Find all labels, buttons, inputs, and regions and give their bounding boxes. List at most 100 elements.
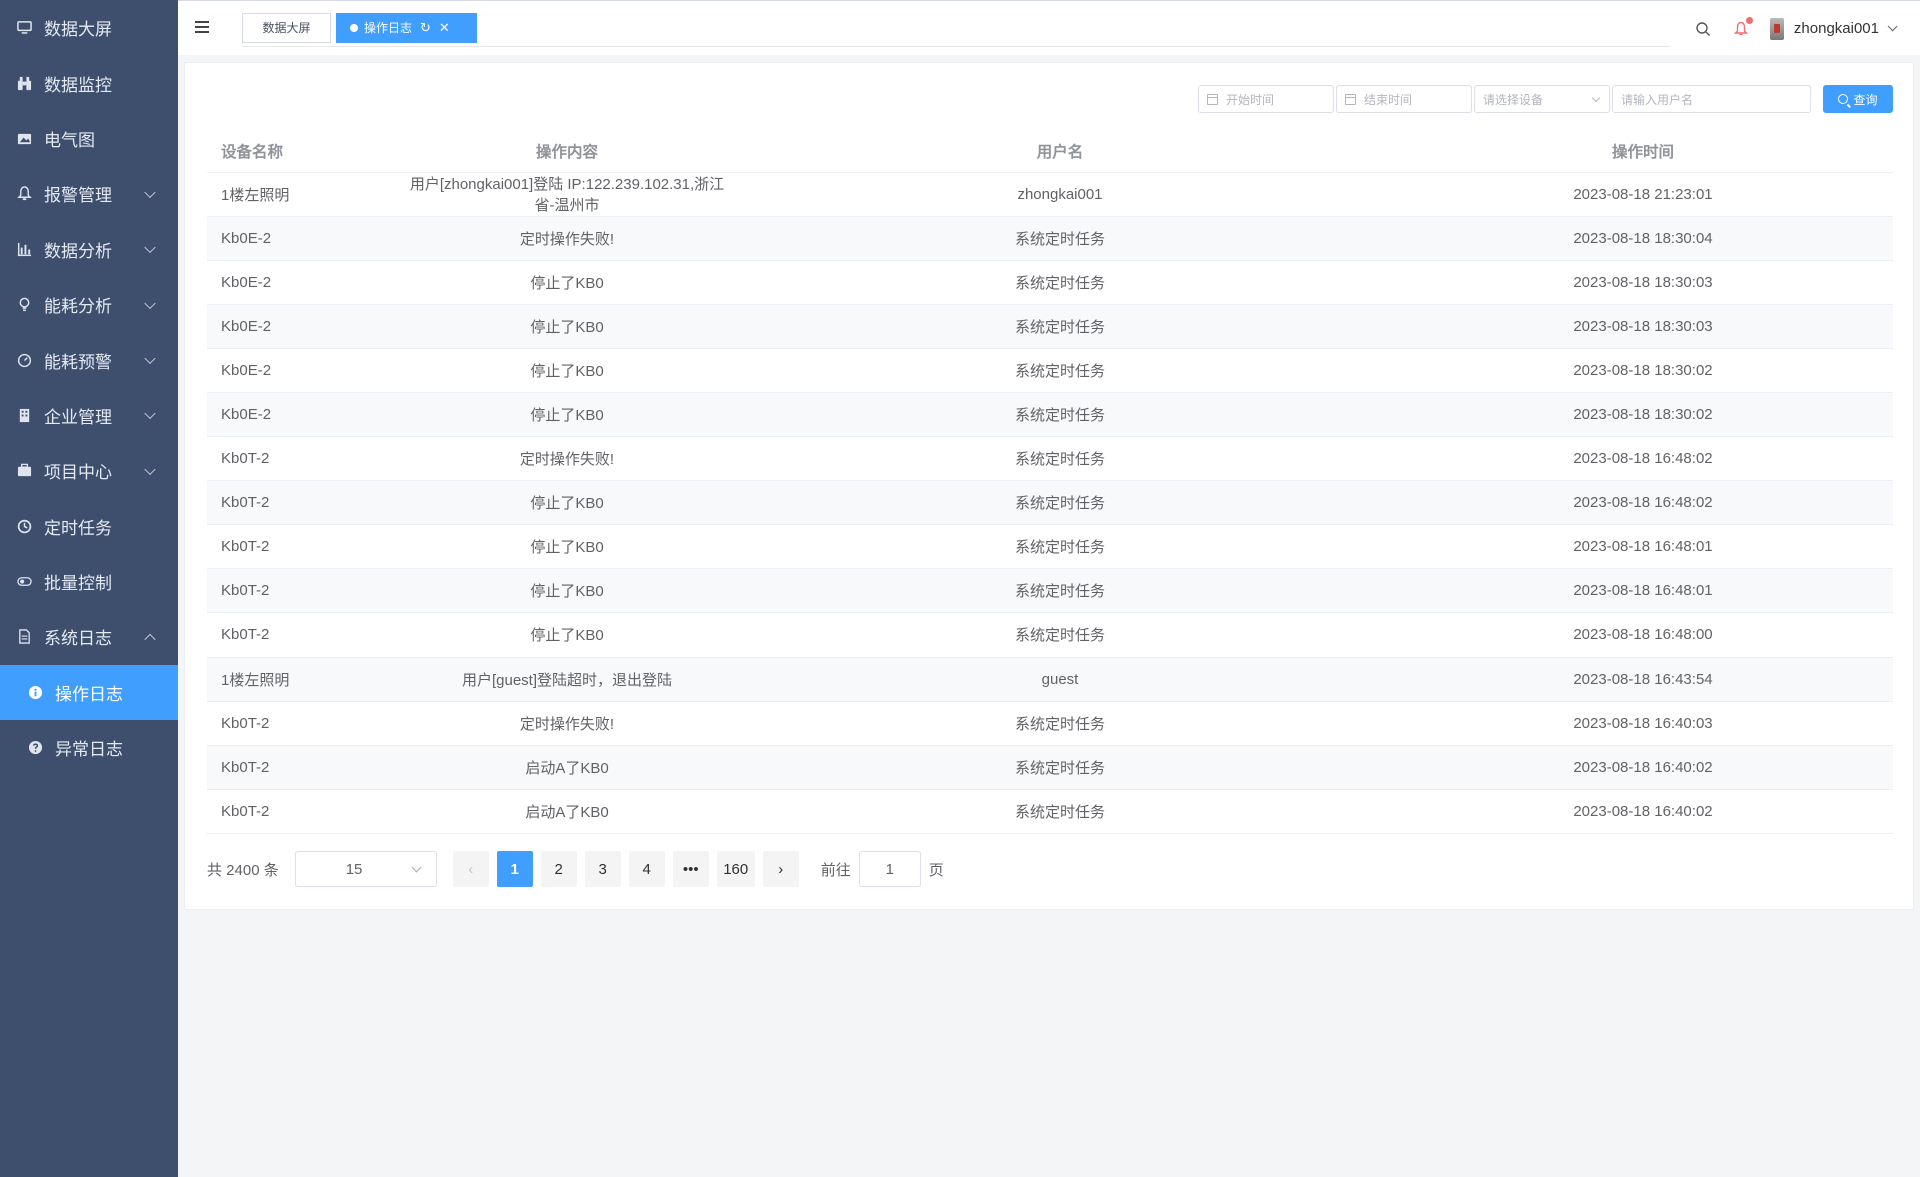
sidebar-item-batch-control[interactable]: 批量控制	[0, 554, 178, 609]
cell-content: 定时操作失败!	[407, 216, 727, 261]
page-button-1[interactable]: 1	[496, 851, 533, 887]
table-row[interactable]: Kb0E-2 停止了KB0 系统定时任务 2023-08-18 18:30:03	[207, 304, 1893, 349]
sidebar-item-label: 数据大屏	[44, 20, 112, 40]
table-row[interactable]: 1楼左照明 用户[guest]登陆超时，退出登陆 guest 2023-08-18 1…	[207, 657, 1893, 702]
table-row[interactable]: Kb0T-2 启动A了KB0 系统定时任务 2023-08-18 16:40:02	[207, 789, 1893, 834]
next-page-button[interactable]: ›	[762, 851, 799, 887]
goto-page-input[interactable]	[858, 851, 921, 887]
cell-device: Kb0E-2	[207, 348, 407, 393]
active-dot-icon	[350, 24, 358, 32]
page-size-select[interactable]: 15	[294, 851, 437, 887]
table-row[interactable]: Kb0T-2 定时操作失败! 系统定时任务 2023-08-18 16:48:02	[207, 436, 1893, 482]
cell-device: Kb0E-2	[207, 304, 407, 349]
sidebar-item-label: 定时任务	[44, 518, 112, 538]
table-row[interactable]: Kb0E-2 停止了KB0 系统定时任务 2023-08-18 18:30:03	[207, 260, 1893, 305]
table-row[interactable]: 1楼左照明 用户[zhongkai001]登陆 IP:122.239.102.31…	[207, 172, 1893, 217]
sidebar-item-energy-warning[interactable]: 能耗预警	[0, 332, 178, 387]
header-right: zhongkai001	[1694, 1, 1920, 56]
column-header-username[interactable]: 用户名	[727, 130, 1393, 173]
table-row[interactable]: Kb0T-2 启动A了KB0 系统定时任务 2023-08-18 16:40:02	[207, 745, 1893, 790]
sidebar-item-project-center[interactable]: 项目中心	[0, 443, 178, 498]
page-button-3[interactable]: 3	[584, 851, 621, 887]
table-row[interactable]: Kb0T-2 停止了KB0 系统定时任务 2023-08-18 16:48:01	[207, 524, 1893, 570]
cell-username: 系统定时任务	[727, 304, 1393, 349]
table-row[interactable]: Kb0T-2 停止了KB0 系统定时任务 2023-08-18 16:48:01	[207, 568, 1893, 614]
cell-username: 系统定时任务	[727, 745, 1393, 790]
cell-time: 2023-08-18 16:48:01	[1393, 524, 1893, 570]
sidebar-item-alarm-management[interactable]: 报警管理	[0, 166, 178, 221]
cell-device: Kb0T-2	[207, 436, 407, 482]
sidebar-item-label: 操作日志	[55, 684, 123, 704]
cell-time: 2023-08-18 16:40:02	[1393, 745, 1893, 790]
chevron-down-icon	[144, 241, 156, 254]
sidebar-item-label: 系统日志	[44, 629, 112, 649]
clock-icon	[17, 519, 32, 534]
goto-page: 前往 页	[821, 851, 944, 887]
table-header-row: 设备名称 操作内容 用户名 操作时间	[207, 130, 1893, 173]
sidebar-item-energy-analysis[interactable]: 能耗分析	[0, 277, 178, 332]
cell-content: 停止了KB0	[407, 392, 727, 438]
prev-page-button[interactable]: ‹	[452, 851, 489, 887]
avatar[interactable]	[1769, 17, 1784, 40]
table-row[interactable]: Kb0E-2 停止了KB0 系统定时任务 2023-08-18 18:30:02	[207, 348, 1893, 393]
table-row[interactable]: Kb0E-2 定时操作失败! 系统定时任务 2023-08-18 18:30:04	[207, 216, 1893, 261]
column-header-content[interactable]: 操作内容	[407, 130, 727, 173]
table-row[interactable]: Kb0E-2 停止了KB0 系统定时任务 2023-08-18 18:30:02	[207, 392, 1893, 438]
calendar-icon	[1207, 93, 1218, 105]
start-time-field[interactable]: 开始时间	[1198, 85, 1334, 113]
cell-content: 用户[guest]登陆超时，退出登陆	[407, 657, 727, 702]
bell-icon[interactable]	[1732, 16, 1753, 38]
cell-content: 停止了KB0	[407, 568, 727, 614]
tab-operation-log[interactable]: 操作日志 ↻ ✕	[336, 13, 477, 43]
total-count: 共 2400 条	[207, 861, 279, 879]
query-button[interactable]: 查询	[1823, 85, 1893, 113]
cell-device: Kb0T-2	[207, 524, 407, 570]
column-header-device[interactable]: 设备名称	[207, 130, 407, 173]
username-input[interactable]: 请输入用户名	[1612, 85, 1811, 113]
sidebar-item-exception-log[interactable]: 异常日志	[0, 720, 178, 775]
sidebar-item-system-log[interactable]: 系统日志	[0, 609, 178, 664]
tab-data-screen[interactable]: 数据大屏	[242, 13, 331, 43]
cell-username: 系统定时任务	[727, 260, 1393, 305]
end-time-field[interactable]: 结束时间	[1336, 85, 1472, 113]
calendar-icon	[1345, 93, 1356, 105]
pagination: 共 2400 条 15 ‹ 1 2 3 4 ••• 160 › 前往 页	[207, 851, 944, 887]
sidebar-item-enterprise-management[interactable]: 企业管理	[0, 388, 178, 443]
table-row[interactable]: Kb0T-2 停止了KB0 系统定时任务 2023-08-18 16:48:02	[207, 480, 1893, 526]
cell-content: 停止了KB0	[407, 260, 727, 305]
monitor-icon	[17, 20, 32, 35]
briefcase-icon	[17, 463, 32, 478]
column-header-time[interactable]: 操作时间	[1393, 130, 1893, 173]
sidebar-item-data-monitor[interactable]: 数据监控	[0, 55, 178, 110]
page-button-4[interactable]: 4	[628, 851, 665, 887]
table-row[interactable]: Kb0T-2 停止了KB0 系统定时任务 2023-08-18 16:48:00	[207, 612, 1893, 658]
refresh-icon[interactable]: ↻	[420, 14, 431, 42]
more-pages-button[interactable]: •••	[672, 851, 709, 887]
cell-content: 启动A了KB0	[407, 789, 727, 834]
sidebar-item-operation-log[interactable]: 操作日志	[0, 664, 178, 721]
cell-time: 2023-08-18 16:48:02	[1393, 436, 1893, 482]
username[interactable]: zhongkai001	[1794, 20, 1879, 37]
sidebar-item-scheduled-tasks[interactable]: 定时任务	[0, 499, 178, 554]
page-button-last[interactable]: 160	[716, 851, 755, 887]
filter-bar: 开始时间 结束时间 请选择设备 请输入用户名 查询	[1198, 85, 1893, 114]
cell-device: 1楼左照明	[207, 172, 407, 217]
page-button-2[interactable]: 2	[540, 851, 577, 887]
sidebar-item-data-screen[interactable]: 数据大屏	[0, 0, 178, 55]
table-row[interactable]: Kb0T-2 定时操作失败! 系统定时任务 2023-08-18 16:40:03	[207, 701, 1893, 746]
cell-content: 定时操作失败!	[407, 701, 727, 746]
sidebar-item-electrical-diagram[interactable]: 电气图	[0, 111, 178, 166]
sidebar-item-data-analysis[interactable]: 数据分析	[0, 222, 178, 277]
search-icon[interactable]	[1694, 20, 1712, 38]
cell-device: Kb0T-2	[207, 480, 407, 526]
username-placeholder: 请输入用户名	[1621, 92, 1694, 107]
main-card: 开始时间 结束时间 请选择设备 请输入用户名 查询 设备名称 操作内容 用户名 …	[184, 62, 1914, 910]
cell-time: 2023-08-18 18:30:02	[1393, 392, 1893, 438]
sidebar-item-label: 电气图	[44, 130, 95, 150]
chevron-down-icon[interactable]	[1887, 21, 1898, 32]
hamburger-menu-icon[interactable]	[195, 21, 209, 33]
cell-time: 2023-08-18 18:30:02	[1393, 348, 1893, 393]
close-icon[interactable]: ✕	[439, 14, 450, 42]
cell-content: 停止了KB0	[407, 348, 727, 393]
device-select[interactable]: 请选择设备	[1474, 85, 1610, 113]
